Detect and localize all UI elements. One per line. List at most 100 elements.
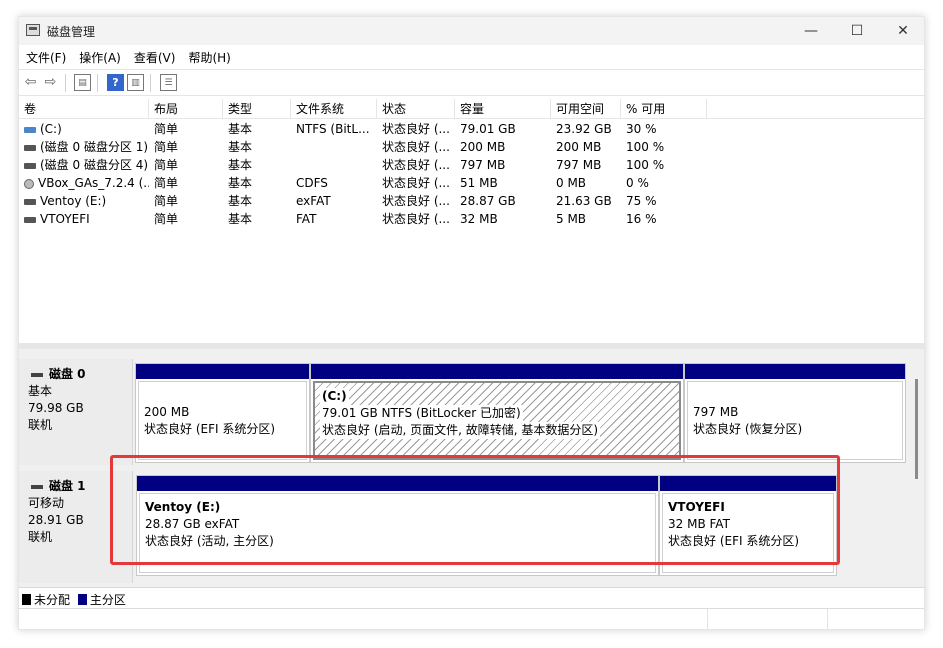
volume-cell: VBox_GAs_7.2.4 (... — [19, 174, 149, 192]
partition-status-wrap: 状态良好 (启动, 页面文件, 故障转储, 基本数据分区) — [320, 422, 679, 439]
table-row[interactable]: VTOYEFI 简单 基本 FAT 状态良好 (... 32 MB 5 MB 1… — [19, 210, 924, 228]
layout-cell: 简单 — [154, 158, 179, 172]
capacity-cell: 797 MB — [460, 158, 506, 172]
column-percent-free[interactable]: % 可用 — [621, 99, 707, 119]
table-row[interactable]: Ventoy (E:) 简单 基本 exFAT 状态良好 (... 28.87 … — [19, 192, 924, 210]
column-layout[interactable]: 布局 — [149, 99, 223, 119]
status-cell: 状态良好 (... — [382, 176, 450, 190]
vertical-scrollbar[interactable] — [911, 349, 924, 587]
column-volume[interactable]: 卷 — [19, 99, 149, 119]
menu-bar: 文件(F) 操作(A) 查看(V) 帮助(H) — [19, 46, 924, 68]
free-space-cell: 23.92 GB — [556, 122, 612, 136]
capacity-cell: 32 MB — [460, 212, 498, 226]
volume-cell: (C:) — [19, 120, 149, 138]
filesystem-cell: exFAT — [296, 194, 331, 208]
volume-cell: (磁盘 0 磁盘分区 1) — [19, 138, 149, 156]
table-row[interactable]: (C:) 简单 基本 NTFS (BitL... 状态良好 (... 79.01… — [19, 120, 924, 138]
table-row[interactable]: (磁盘 0 磁盘分区 1) 简单 基本 状态良好 (... 200 MB 200… — [19, 138, 924, 156]
layout-cell: 简单 — [154, 194, 179, 208]
filesystem-cell: CDFS — [296, 176, 328, 190]
status-bar — [19, 608, 924, 629]
layout-cell: 简单 — [154, 122, 179, 136]
volume-name: (磁盘 0 磁盘分区 4) — [40, 158, 149, 172]
menu-help[interactable]: 帮助(H) — [181, 46, 236, 66]
partition-body: (C:) 79.01 GB NTFS (BitLocker 已加密) 状态良好 … — [313, 381, 681, 460]
status-cell: 状态良好 (... — [382, 212, 450, 226]
partition-body: 200 MB 状态良好 (EFI 系统分区) — [138, 381, 307, 460]
type-cell: 基本 — [228, 122, 253, 136]
disk-0-partition-efi[interactable]: 200 MB 状态良好 (EFI 系统分区) — [135, 363, 310, 463]
capacity-cell: 200 MB — [460, 140, 506, 154]
percent-free-cell: 100 % — [626, 158, 665, 172]
disk-0-name: 磁盘 0 — [28, 366, 132, 383]
status-cell: 状态良好 (... — [382, 194, 450, 208]
help-icon[interactable]: ? — [107, 74, 124, 91]
primary-partition-bar — [311, 364, 683, 379]
properties-icon[interactable]: ☰ — [160, 74, 177, 91]
partition-status: 状态良好 (启动, 页面文件, 故障转储, 基本数据分区) — [320, 422, 601, 439]
back-arrow-icon[interactable]: ⇦ — [22, 74, 39, 91]
filesystem-cell — [291, 156, 377, 174]
disk-0-partition-c[interactable]: (C:) 79.01 GB NTFS (BitLocker 已加密) 状态良好 … — [310, 363, 684, 463]
menu-action[interactable]: 操作(A) — [72, 46, 127, 66]
column-capacity[interactable]: 容量 — [455, 99, 551, 119]
drive-icon — [24, 162, 36, 169]
free-space-cell: 0 MB — [556, 176, 587, 190]
status-separator — [827, 609, 828, 629]
disk-0-info[interactable]: 磁盘 0 基本 79.98 GB 联机 — [19, 359, 133, 465]
volume-list: 卷 布局 类型 文件系统 状态 容量 可用空间 % 可用 (C:) 简单 基本 … — [19, 99, 924, 343]
scrollbar-thumb[interactable] — [915, 379, 918, 479]
disk-0-kind: 基本 — [28, 384, 53, 398]
drive-icon — [24, 144, 36, 151]
table-row[interactable]: (磁盘 0 磁盘分区 4) 简单 基本 状态良好 (... 797 MB 797… — [19, 156, 924, 174]
status-cell: 状态良好 (... — [382, 122, 450, 136]
menu-file[interactable]: 文件(F) — [19, 46, 72, 66]
type-cell: 基本 — [228, 176, 253, 190]
volume-name: VTOYEFI — [40, 212, 90, 226]
type-cell: 基本 — [228, 194, 253, 208]
highlight-box — [110, 455, 840, 565]
filesystem-cell: NTFS (BitL... — [296, 122, 370, 136]
drive-icon — [24, 216, 36, 223]
volume-list-header: 卷 布局 类型 文件系统 状态 容量 可用空间 % 可用 — [19, 99, 924, 119]
primary-partition-bar — [685, 364, 905, 379]
disk-0-partition-recovery[interactable]: 797 MB 状态良好 (恢复分区) — [684, 363, 906, 463]
table-row[interactable]: VBox_GAs_7.2.4 (... 简单 基本 CDFS 状态良好 (...… — [19, 174, 924, 192]
disk-list-icon[interactable]: ▥ — [127, 74, 144, 91]
menu-view[interactable]: 查看(V) — [127, 46, 182, 66]
free-space-cell: 21.63 GB — [556, 194, 612, 208]
column-filesystem[interactable]: 文件系统 — [291, 99, 377, 119]
layout-cell: 简单 — [154, 176, 179, 190]
percent-free-cell: 0 % — [626, 176, 649, 190]
volume-name: (C:) — [40, 122, 62, 136]
legend: 未分配 主分区 — [19, 587, 924, 607]
free-space-cell: 5 MB — [556, 212, 587, 226]
close-button[interactable]: ✕ — [880, 17, 924, 45]
primary-partition-swatch — [77, 594, 87, 605]
partition-status: 状态良好 (恢复分区) — [693, 422, 803, 436]
column-type[interactable]: 类型 — [223, 99, 291, 119]
free-space-cell: 200 MB — [556, 140, 602, 154]
legend-unallocated: 未分配 — [34, 593, 71, 607]
filesystem-cell: FAT — [296, 212, 317, 226]
layout-cell: 简单 — [154, 212, 179, 226]
partition-size: 200 MB — [144, 405, 190, 419]
toolbar: ⇦ ⇨ ▤ ? ▥ ☰ — [19, 69, 924, 96]
volume-name: (磁盘 0 磁盘分区 1) — [40, 140, 149, 154]
percent-free-cell: 75 % — [626, 194, 657, 208]
status-cell: 状态良好 (... — [382, 140, 450, 154]
partition-size: 79.01 GB NTFS (BitLocker 已加密) — [320, 405, 523, 422]
volume-name: Ventoy (E:) — [40, 194, 107, 208]
partition-size-wrap: 79.01 GB NTFS (BitLocker 已加密) — [320, 405, 679, 422]
forward-arrow-icon[interactable]: ⇨ — [42, 74, 59, 91]
volume-cell: VTOYEFI — [19, 210, 149, 228]
column-free-space[interactable]: 可用空间 — [551, 99, 621, 119]
status-separator — [707, 609, 708, 629]
title-bar: 磁盘管理 — ☐ ✕ — [19, 17, 924, 45]
legend-primary: 主分区 — [89, 593, 126, 607]
column-status[interactable]: 状态 — [377, 99, 455, 119]
list-view-icon[interactable]: ▤ — [74, 74, 91, 91]
maximize-button[interactable]: ☐ — [834, 17, 880, 45]
capacity-cell: 51 MB — [460, 176, 498, 190]
minimize-button[interactable]: — — [788, 17, 834, 45]
